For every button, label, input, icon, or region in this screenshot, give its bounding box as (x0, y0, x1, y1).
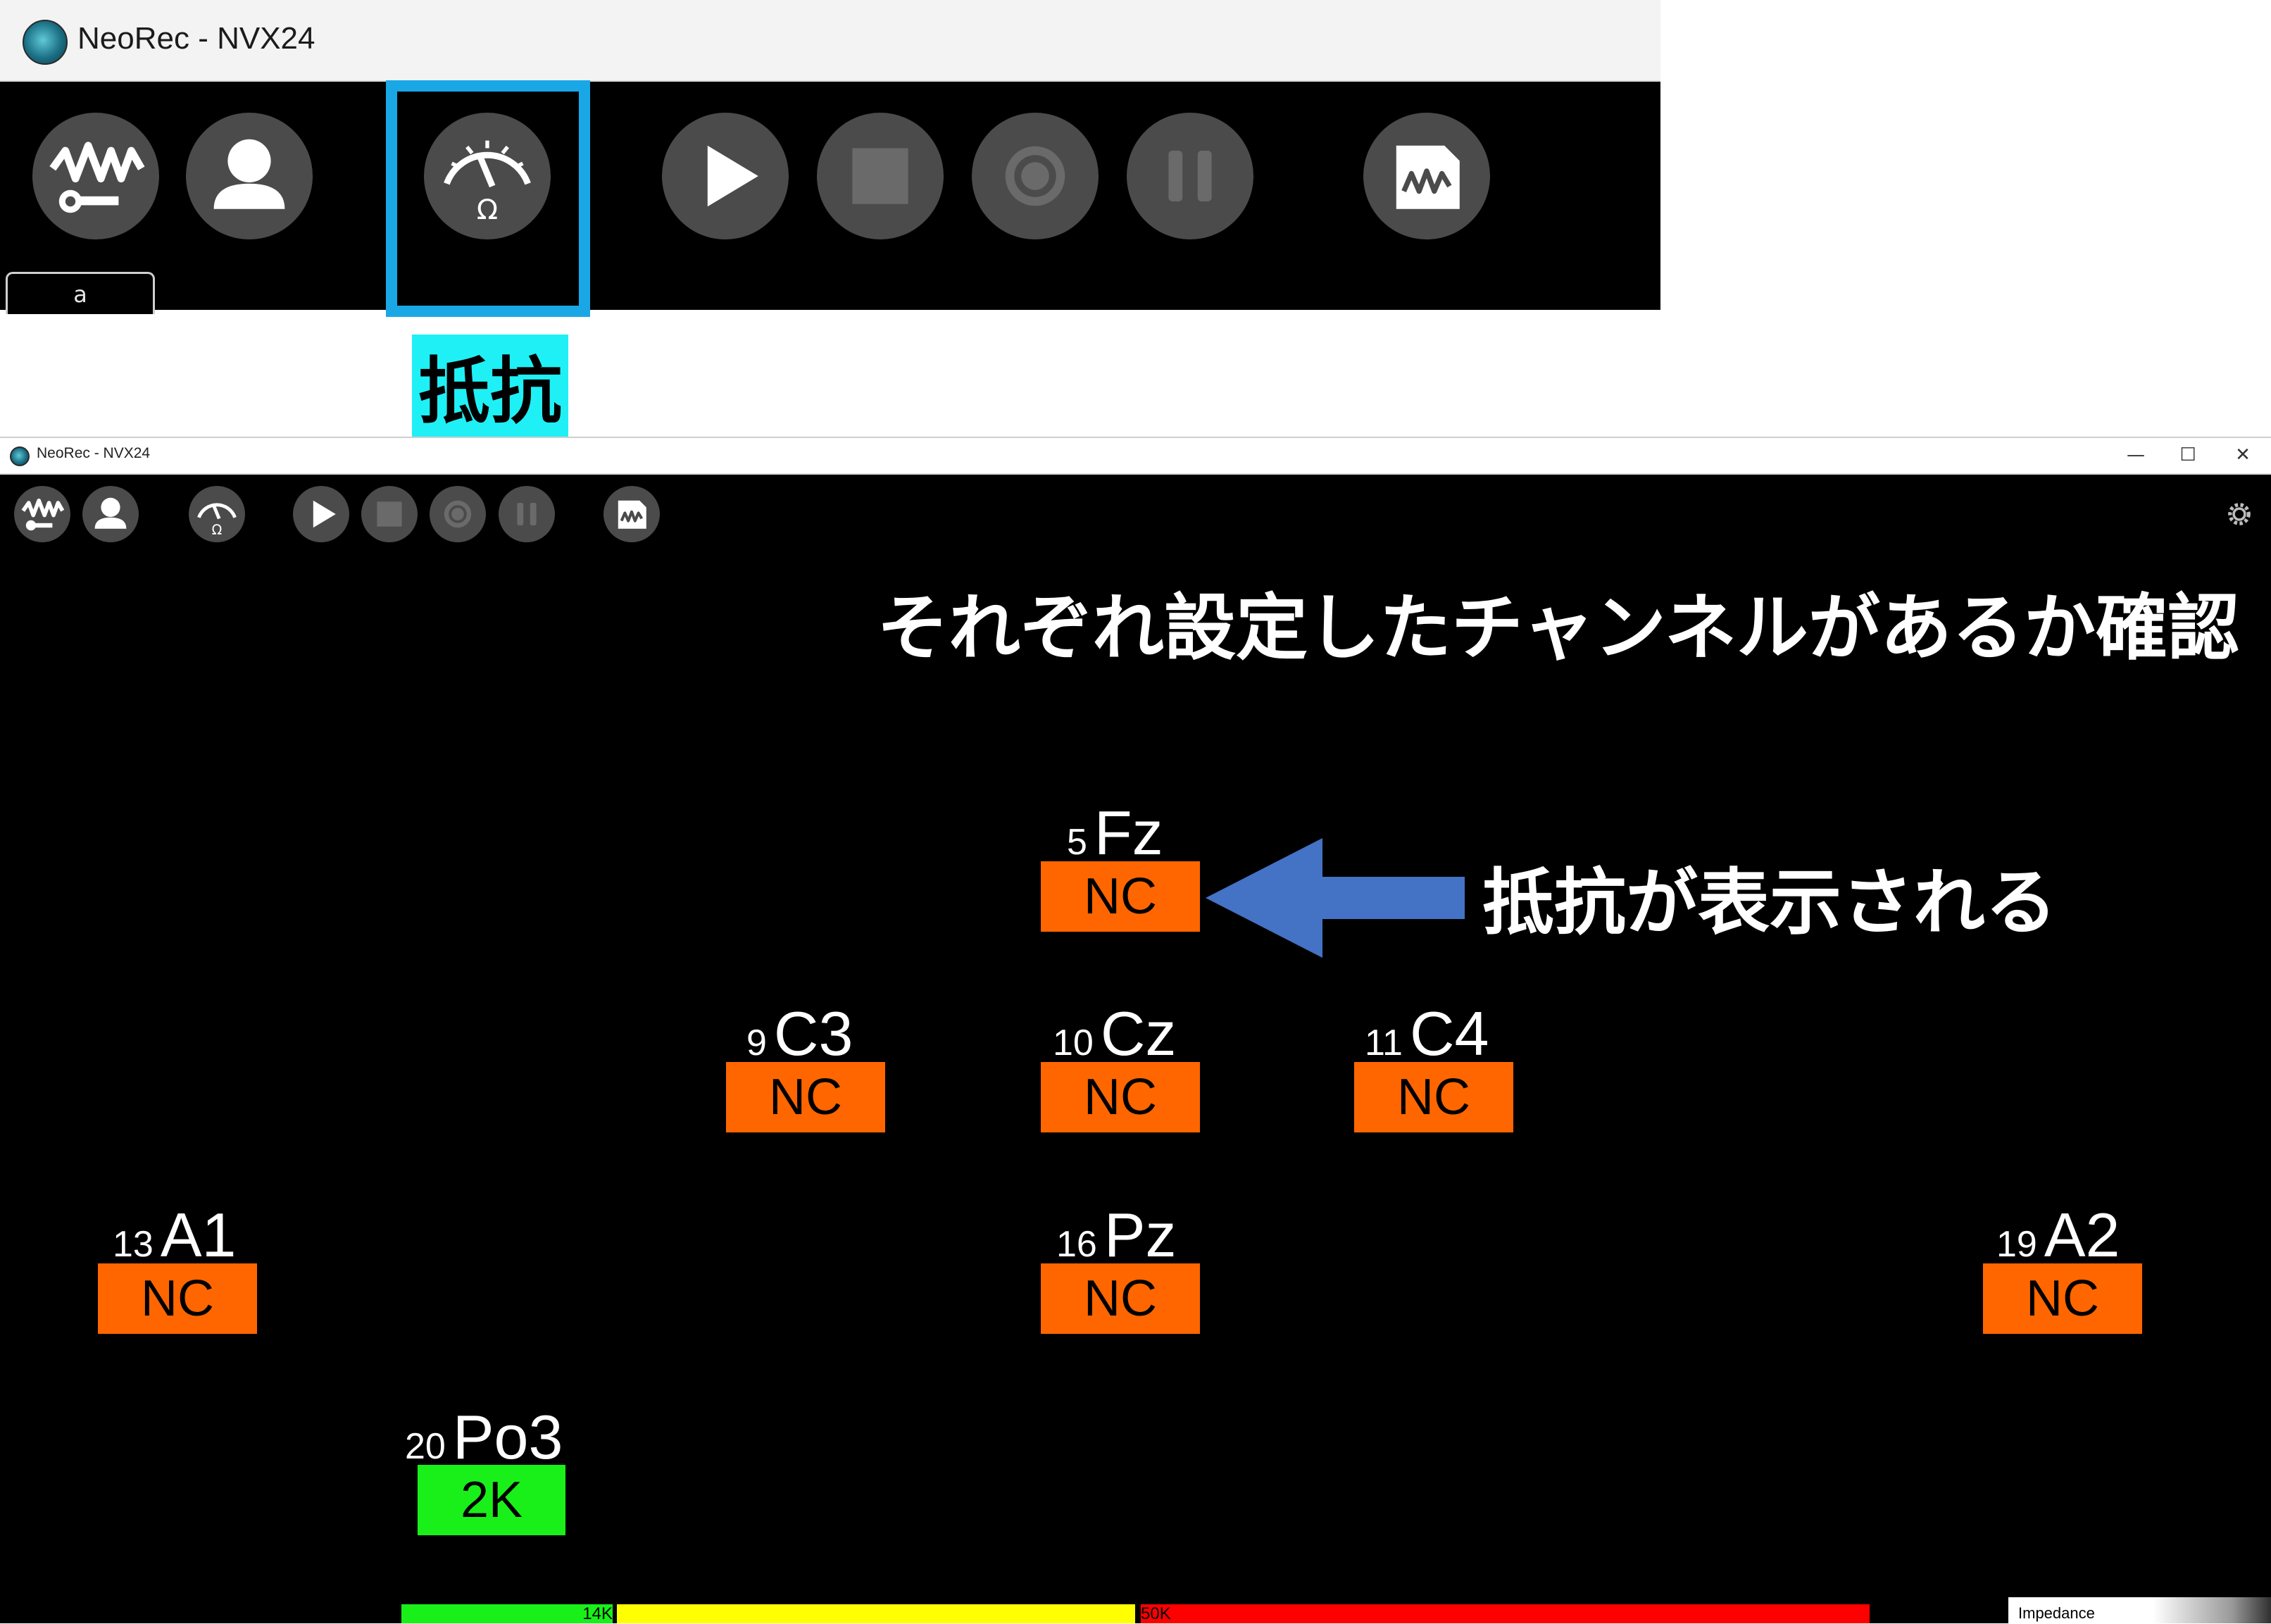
pause-button-small[interactable] (499, 486, 555, 542)
scale-label-50k: 50K (1141, 1604, 1171, 1623)
waveform-wrench-icon (49, 142, 145, 213)
electrode-impedance-box: NC (98, 1263, 257, 1334)
amplifier-settings-button[interactable] (32, 113, 159, 239)
main-window-title: NeoRec - NVX24 (37, 445, 151, 461)
blue-arrow-icon (1206, 838, 1465, 958)
record-button-small[interactable] (430, 486, 486, 542)
gear-icon (2228, 503, 2251, 525)
montage-tab[interactable]: a (6, 272, 155, 314)
user-button[interactable] (186, 113, 313, 239)
minimize-button[interactable]: — (2111, 441, 2160, 469)
svg-text:Ω: Ω (212, 522, 223, 538)
scale-segment-yellow-wide (618, 1604, 1135, 1623)
pause-icon (517, 503, 537, 525)
impedance-callout-label: 抵抗 (412, 335, 568, 449)
main-titlebar: NeoRec - NVX24 — ☐ ✕ (0, 437, 2271, 475)
user-icon (213, 139, 285, 209)
electrode-label: 13 A1 (113, 1200, 237, 1270)
electrode-label: 11 C4 (1365, 999, 1489, 1068)
electrode-impedance-box: NC (1983, 1263, 2142, 1334)
electrode-label: 5 Fz (1067, 798, 1163, 868)
electrode-impedance-box: NC (1354, 1062, 1513, 1132)
gauge-icon: Ω (197, 503, 237, 538)
impedance-button-small[interactable]: Ω (189, 486, 245, 542)
electrode-label: 9 C3 (746, 999, 853, 1068)
play-button-small[interactable] (293, 486, 349, 542)
annotation-title: それぞれ設定したチャンネルがあるか確認 (877, 587, 2239, 670)
waveform-wrench-icon (21, 499, 65, 531)
maximize-button[interactable]: ☐ (2163, 441, 2213, 469)
electrode-impedance-box: NC (1041, 1062, 1200, 1132)
zoomed-window-title: NeoRec - NVX24 (77, 21, 315, 56)
montage-tab-label: a (73, 281, 87, 308)
pause-icon (1168, 151, 1212, 201)
annotation-arrow-text: 抵抗が表示される (1482, 861, 2057, 945)
close-button[interactable]: ✕ (2218, 441, 2267, 469)
app-icon (23, 20, 68, 65)
scale-segment-red: 50K (1141, 1604, 1870, 1623)
electrode-label: 20 Po3 (405, 1402, 563, 1472)
impedance-legend-label: Impedance (2018, 1604, 2095, 1622)
settings-button[interactable] (2224, 499, 2255, 530)
electrode-label: 16 Pz (1056, 1200, 1177, 1270)
electrode-impedance-box: NC (726, 1062, 885, 1132)
signal-view-button-small[interactable] (603, 486, 660, 542)
electrode-impedance-box: NC (1041, 861, 1200, 932)
record-icon (444, 500, 472, 528)
stop-icon (852, 148, 908, 204)
amplifier-settings-button-small[interactable] (14, 486, 70, 542)
signal-view-button[interactable] (1363, 113, 1490, 239)
stop-button-small[interactable] (361, 486, 418, 542)
play-icon (313, 500, 336, 528)
scale-segment-green: 14K (401, 1604, 613, 1623)
electrode-impedance-box: 2K (418, 1465, 565, 1535)
record-icon (1005, 146, 1065, 206)
play-icon (707, 145, 758, 207)
stop-icon (377, 501, 402, 527)
pause-button[interactable] (1127, 113, 1253, 239)
electrode-label: 19 A2 (1996, 1200, 2120, 1270)
impedance-highlight-box (386, 80, 590, 317)
user-button-small[interactable] (82, 486, 139, 542)
record-button[interactable] (972, 113, 1099, 239)
waveform-file-icon (618, 500, 646, 529)
waveform-file-icon (1396, 145, 1460, 209)
electrode-impedance-box: NC (1041, 1263, 1200, 1334)
app-icon-small (10, 446, 30, 466)
stop-button[interactable] (817, 113, 944, 239)
electrode-label: 10 Cz (1053, 999, 1177, 1068)
impedance-legend: Impedance (2008, 1597, 2271, 1623)
play-button[interactable] (662, 113, 789, 239)
user-icon (94, 497, 127, 529)
zoomed-titlebar: NeoRec - NVX24 (0, 0, 1660, 82)
